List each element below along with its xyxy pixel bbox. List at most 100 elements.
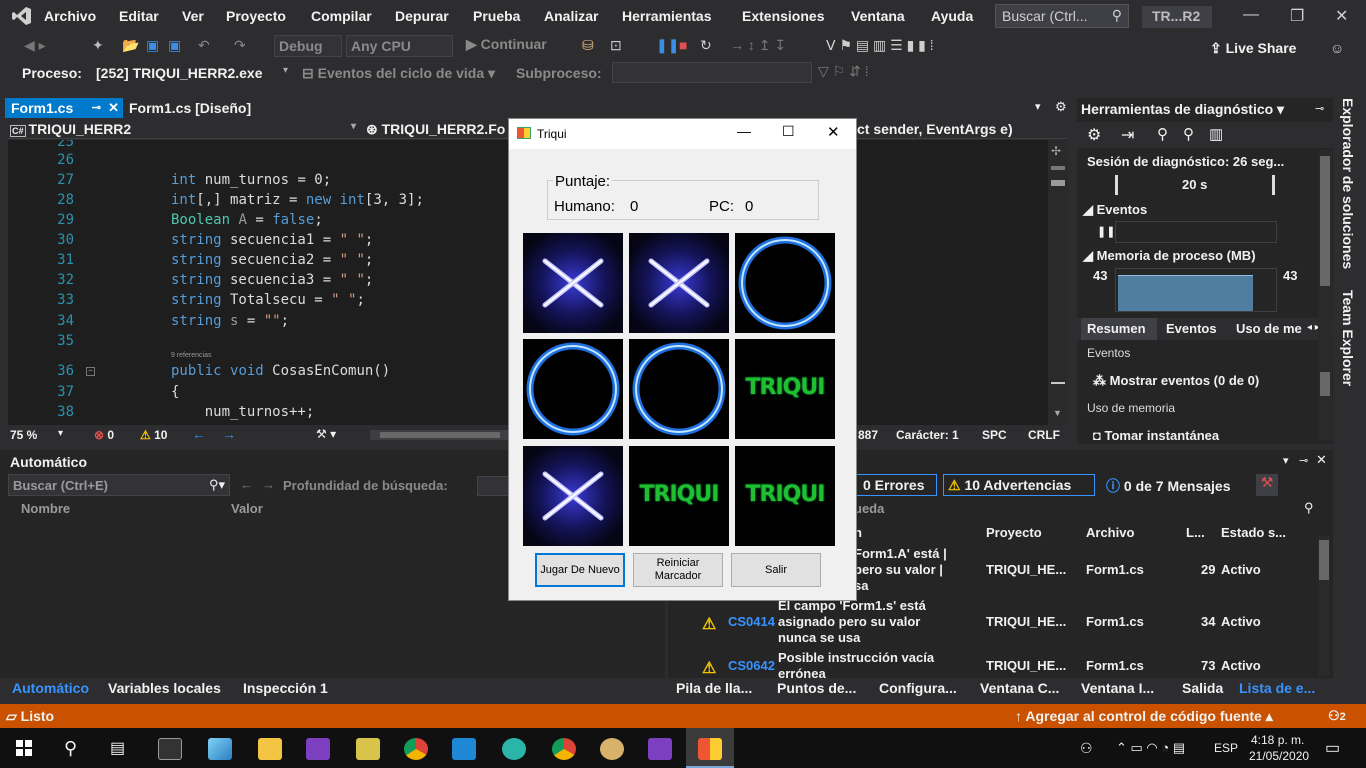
paint-icon[interactable] (600, 738, 624, 760)
menu-herramientas[interactable]: Herramientas (622, 8, 712, 24)
pause-icon[interactable]: ❚❚ (656, 37, 679, 54)
menu-compilar[interactable]: Compilar (311, 8, 372, 24)
platform-dropdown[interactable]: Any CPU (346, 35, 453, 57)
undo-icon[interactable]: ↶ (198, 37, 210, 54)
chrome-icon-2[interactable] (552, 738, 576, 760)
notifications-icon[interactable]: ⚇2 (1328, 708, 1346, 724)
board-cell-6[interactable]: TRIQUI (735, 339, 835, 439)
diag-settings-icon[interactable]: ⚙ (1087, 125, 1101, 145)
board-cell-5[interactable] (629, 339, 729, 439)
tab-variables-locales[interactable]: Variables locales (108, 680, 221, 696)
dlg-close-icon[interactable]: ✕ (827, 123, 840, 141)
tools-icons[interactable]: ᐯ ⚑ ▤ ▥ ☰ ▮ ▮ ⁞ (826, 37, 934, 54)
tab-form1-design[interactable]: Form1.cs [Diseño] (129, 100, 251, 116)
col-archivo[interactable]: Archivo (1086, 525, 1134, 540)
config-dropdown[interactable]: Debug (274, 35, 342, 57)
events-section[interactable]: ◢ Eventos (1083, 202, 1147, 218)
tab-eventos[interactable]: Eventos (1166, 321, 1217, 336)
tab-exception-settings[interactable]: Configura... (879, 680, 957, 696)
clock-time[interactable]: 4:18 p. m. (1251, 733, 1304, 747)
tab-inspeccion[interactable]: Inspección 1 (243, 680, 328, 696)
tab-form1-cs[interactable]: Form1.cs ⊸ ✕ (5, 98, 123, 118)
close-icon[interactable]: ✕ (1335, 6, 1348, 26)
open-icon[interactable]: 📂 (122, 37, 139, 54)
lifecycle-events-dropdown[interactable]: ⊟ Eventos del ciclo de vida ▾ (302, 65, 495, 82)
vs-logo-icon[interactable] (12, 6, 32, 26)
dlg-maximize-icon[interactable]: ☐ (782, 123, 795, 140)
horizontal-scrollbar[interactable] (370, 430, 510, 440)
menu-editar[interactable]: Editar (119, 8, 159, 24)
browser-icon[interactable]: ⊡ (610, 37, 622, 54)
save-all-icon[interactable]: ▣ (168, 37, 181, 54)
tab-output[interactable]: Salida (1182, 680, 1223, 696)
triqui-app-icon[interactable] (698, 738, 722, 760)
table-row[interactable]: ⚠ CS0414 El campo 'Form1.s' está asignad… (702, 598, 1312, 648)
new-project-icon[interactable]: ✦ (92, 37, 104, 54)
tab-uso-memoria[interactable]: Uso de me (1236, 321, 1304, 336)
tab-list-icon[interactable]: ▾ (1035, 100, 1041, 113)
tab-solution-explorer[interactable]: Explorador de soluciones (1340, 98, 1356, 269)
settings-icon[interactable]: ⚙ (1055, 99, 1067, 115)
dlg-minimize-icon[interactable]: — (737, 123, 751, 139)
show-events-link[interactable]: ⁂ Mostrar eventos (0 de 0) (1093, 373, 1259, 389)
cmd-icon[interactable] (158, 738, 182, 760)
code-references-lens[interactable]: 9 referencias (171, 352, 211, 359)
thread-dropdown[interactable] (612, 62, 812, 83)
table-row[interactable]: Form1.A' está | pero su valor | sa TRIQU… (778, 546, 1308, 596)
events-pause-icon[interactable]: ❚❚ (1097, 225, 1115, 238)
panel-pin-icon[interactable]: ⊸ (1315, 102, 1324, 115)
tab-immediate-window[interactable]: Ventana I... (1081, 680, 1154, 696)
nav-forward-icon[interactable]: → (222, 426, 236, 442)
restart-icon[interactable]: ↻ (700, 37, 712, 54)
menu-analizar[interactable]: Analizar (544, 8, 598, 24)
stop-icon[interactable]: ■ (679, 37, 687, 53)
error-list-scrollbar[interactable] (1318, 536, 1330, 676)
class-nav-dropdown[interactable]: ⊛ TRIQUI_HERR2.Fo (366, 121, 505, 138)
menu-archivo[interactable]: Archivo (44, 8, 96, 24)
windows-start-icon[interactable] (16, 740, 32, 756)
autos-forward-icon[interactable]: → (262, 477, 275, 492)
step-icons[interactable]: → ↕ ↥ ↧ (730, 37, 786, 54)
cleanup-icon[interactable]: ⚒ ▾ (316, 427, 336, 441)
col-proyecto[interactable]: Proyecto (986, 525, 1042, 540)
edge-icon[interactable] (502, 738, 526, 760)
play-again-button[interactable]: Jugar De Nuevo (535, 553, 625, 587)
board-cell-7[interactable] (523, 446, 623, 546)
table-row[interactable]: ⚠ CS0642 Posible instrucción vacía errón… (702, 650, 1312, 678)
reset-view-icon[interactable]: ▥ (1209, 125, 1223, 143)
tab-resumen[interactable]: Resumen (1081, 318, 1157, 340)
col-nombre[interactable]: Nombre (21, 501, 70, 516)
board-cell-3[interactable] (735, 233, 835, 333)
add-to-source-control[interactable]: ↑ Agregar al control de código fuente ▴ (1015, 708, 1273, 725)
tab-call-stack[interactable]: Pila de lla... (676, 680, 752, 696)
autos-search-input[interactable]: Buscar (Ctrl+E) ⚲▾ (8, 474, 230, 496)
tab-automatico[interactable]: Automático (12, 680, 89, 696)
feedback-icon[interactable]: ☺ (1330, 40, 1344, 56)
zoom-in-icon[interactable]: ⚲ (1157, 125, 1168, 143)
memory-section[interactable]: ◢ Memoria de proceso (MB) (1083, 248, 1256, 264)
menu-ayuda[interactable]: Ayuda (931, 8, 973, 24)
menu-extensiones[interactable]: Extensiones (742, 8, 824, 24)
board-cell-1[interactable] (523, 233, 623, 333)
col-linea[interactable]: L... (1186, 525, 1205, 540)
board-cell-4[interactable] (523, 339, 623, 439)
error-search-icon[interactable]: ⚲ (1304, 500, 1314, 516)
tab-breakpoints[interactable]: Puntos de... (777, 680, 856, 696)
global-search-input[interactable]: Buscar (Ctrl... ⚲ (995, 4, 1129, 28)
diagnostics-scrollbar[interactable] (1318, 150, 1332, 440)
tab-team-explorer[interactable]: Team Explorer (1340, 290, 1356, 386)
paint-3d-icon[interactable] (208, 738, 232, 760)
zoom-dropdown-icon[interactable]: ▾ (58, 428, 63, 439)
visual-studio-icon-2[interactable] (648, 738, 672, 760)
error-list-close-icon[interactable]: ✕ (1316, 452, 1327, 468)
file-explorer-icon[interactable] (258, 738, 282, 760)
tab-command-window[interactable]: Ventana C... (980, 680, 1059, 696)
method-nav-dropdown[interactable]: ct sender, EventArgs e) (857, 121, 1013, 137)
menu-ventana[interactable]: Ventana (851, 8, 905, 24)
save-icon[interactable]: ▣ (146, 37, 159, 54)
redo-icon[interactable]: ↷ (234, 37, 246, 54)
error-list-menu-icon[interactable]: ▾ (1283, 454, 1289, 467)
filter-icons[interactable]: ▽ ⚐ ⇵ ⁞ (818, 63, 869, 80)
project-nav-dropdown[interactable]: C# TRIQUI_HERR2 ▾ (10, 121, 360, 137)
error-list-pin-icon[interactable]: ⊸ (1299, 454, 1308, 467)
